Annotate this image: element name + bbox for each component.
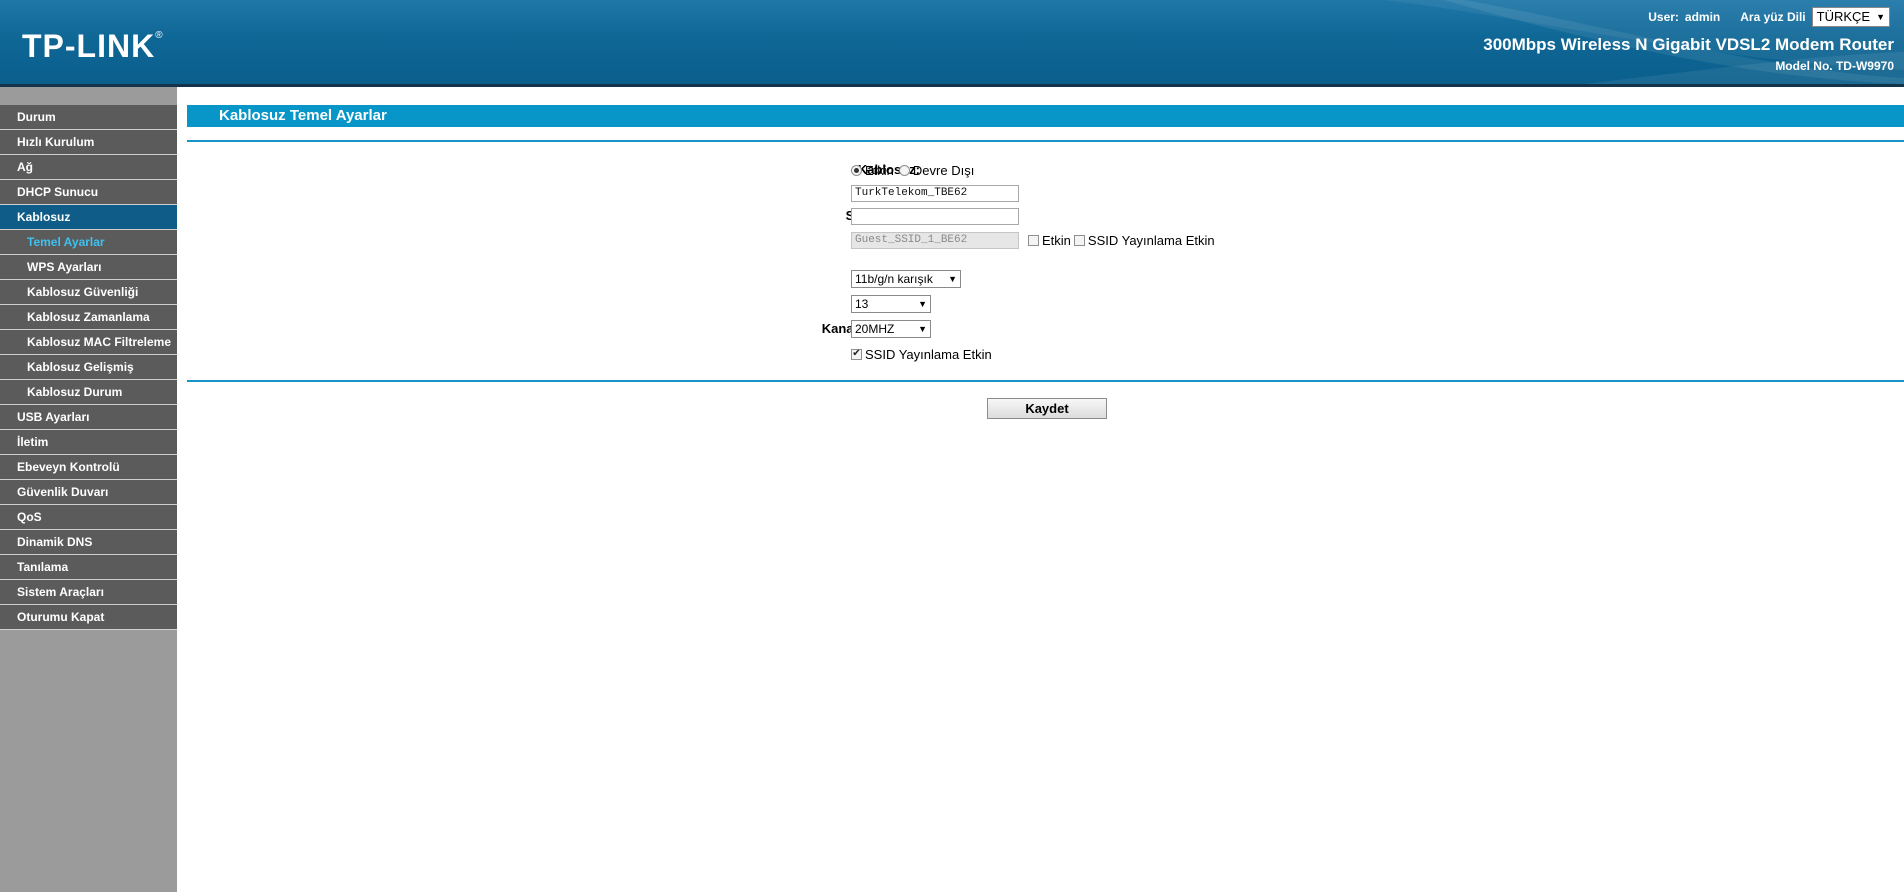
broadcast-row: ✔ SSID Yayınlama Etkin xyxy=(187,344,1904,364)
page-title: Kablosuz Temel Ayarlar xyxy=(187,105,1904,127)
sidebar-subitem-mac-filtreleme[interactable]: Kablosuz MAC Filtreleme xyxy=(0,330,177,355)
sidebar-subitem-kablosuz-durum[interactable]: Kablosuz Durum xyxy=(0,380,177,405)
ssid2-enable-checkbox[interactable] xyxy=(1028,234,1039,246)
wireless-disable-radio[interactable] xyxy=(898,164,910,176)
chevron-down-icon: ▼ xyxy=(948,274,957,284)
mode-select[interactable]: 11b/g/n karışık ▼ xyxy=(851,270,961,288)
ssid-broadcast-label: SSID Yayınlama Etkin xyxy=(865,346,992,362)
sidebar-item-iletim[interactable]: İletim xyxy=(0,430,177,455)
ssid1-input[interactable]: TurkTelekom_TBE62 xyxy=(851,184,1019,202)
wireless-enable-label: Etkin xyxy=(865,162,894,178)
sidebar-item-usb-ayarlari[interactable]: USB Ayarları xyxy=(0,405,177,430)
bandwidth-value: 20MHZ xyxy=(855,322,895,336)
user-value: admin xyxy=(1684,10,1721,24)
sidebar-item-hizli-kurulum[interactable]: Hızlı Kurulum xyxy=(0,130,177,155)
sidebar-item-durum[interactable]: Durum xyxy=(0,105,177,130)
wireless-row: Kablosuz: Etkin Devre Dışı xyxy=(187,160,1904,180)
sidebar-item-tanilama[interactable]: Tanılama xyxy=(0,555,177,580)
sidebar-subitem-wps-ayarlari[interactable]: WPS Ayarları xyxy=(0,255,177,280)
channel-row: Kanal: 13 ▼ xyxy=(187,294,1904,314)
sidebar: Durum Hızlı Kurulum Ağ DHCP Sunucu Kablo… xyxy=(0,87,177,892)
product-title: 300Mbps Wireless N Gigabit VDSL2 Modem R… xyxy=(1483,35,1894,54)
ssid2-input[interactable]: Guest_SSID_1_BE62 xyxy=(851,231,1019,249)
ssid1-row: SSID1: TurkTelekom_TBE62 xyxy=(187,183,1904,203)
sidebar-item-sistem-araclari[interactable]: Sistem Araçları xyxy=(0,580,177,605)
mode-row: Mod: 11b/g/n karışık ▼ xyxy=(187,269,1904,289)
ssid1-password-row: SSID1 Şifre: xyxy=(187,206,1904,226)
bandwidth-row: Kanal Genişliği: 20MHZ ▼ xyxy=(187,319,1904,339)
divider-bottom xyxy=(187,380,1904,382)
save-button[interactable]: Kaydet xyxy=(987,398,1107,419)
sidebar-item-qos[interactable]: QoS xyxy=(0,505,177,530)
sidebar-item-guvenlik-duvari[interactable]: Güvenlik Duvarı xyxy=(0,480,177,505)
divider-top xyxy=(187,140,1904,142)
sidebar-item-dinamik-dns[interactable]: Dinamik DNS xyxy=(0,530,177,555)
ssid2-broadcast-label: SSID Yayınlama Etkin xyxy=(1087,232,1215,248)
sidebar-subitem-kablosuz-gelismis[interactable]: Kablosuz Gelişmiş xyxy=(0,355,177,380)
language-value: TÜRKÇE xyxy=(1816,9,1871,24)
channel-value: 13 xyxy=(855,297,869,311)
bandwidth-select[interactable]: 20MHZ ▼ xyxy=(851,320,931,338)
sidebar-subitem-kablosuz-guvenligi[interactable]: Kablosuz Güvenliği xyxy=(0,280,177,305)
sidebar-item-dhcp-sunucu[interactable]: DHCP Sunucu xyxy=(0,180,177,205)
wireless-disable-label: Devre Dışı xyxy=(912,162,975,178)
sidebar-item-oturumu-kapat[interactable]: Oturumu Kapat xyxy=(0,605,177,630)
mode-value: 11b/g/n karışık xyxy=(855,272,933,286)
sidebar-subitem-temel-ayarlar[interactable]: Temel Ayarlar xyxy=(0,230,177,255)
language-select[interactable]: TÜRKÇE ▼ xyxy=(1811,7,1890,27)
topbar: User: admin Ara yüz Dili TÜRKÇE ▼ xyxy=(1642,7,1890,27)
brand-logo: TP-LINK® xyxy=(22,28,164,64)
model-number: Model No. TD-W9970 xyxy=(1775,59,1894,73)
wireless-enable-radio[interactable] xyxy=(851,164,862,176)
ssid2-enable-label: Etkin xyxy=(1042,232,1071,248)
channel-select[interactable]: 13 ▼ xyxy=(851,295,931,313)
sidebar-item-ag[interactable]: Ağ xyxy=(0,155,177,180)
ssid2-row: SSID2: Guest_SSID_1_BE62 Etkin SSID Yayı… xyxy=(187,230,1904,250)
chevron-down-icon: ▼ xyxy=(1876,12,1885,22)
chevron-down-icon: ▼ xyxy=(918,324,927,334)
ssid2-broadcast-checkbox[interactable] xyxy=(1073,234,1085,246)
language-label: Ara yüz Dili xyxy=(1740,10,1806,24)
sidebar-subitem-kablosuz-zamanlama[interactable]: Kablosuz Zamanlama xyxy=(0,305,177,330)
chevron-down-icon: ▼ xyxy=(918,299,927,309)
sidebar-item-ebeveyn-kontrolu[interactable]: Ebeveyn Kontrolü xyxy=(0,455,177,480)
ssid1-password-input[interactable] xyxy=(851,207,1019,225)
sidebar-item-kablosuz[interactable]: Kablosuz xyxy=(0,205,177,230)
ssid-broadcast-checkbox[interactable]: ✔ xyxy=(851,348,862,360)
header: TP-LINK® User: admin Ara yüz Dili TÜRKÇE… xyxy=(0,0,1904,87)
user-label: User: xyxy=(1648,10,1679,24)
